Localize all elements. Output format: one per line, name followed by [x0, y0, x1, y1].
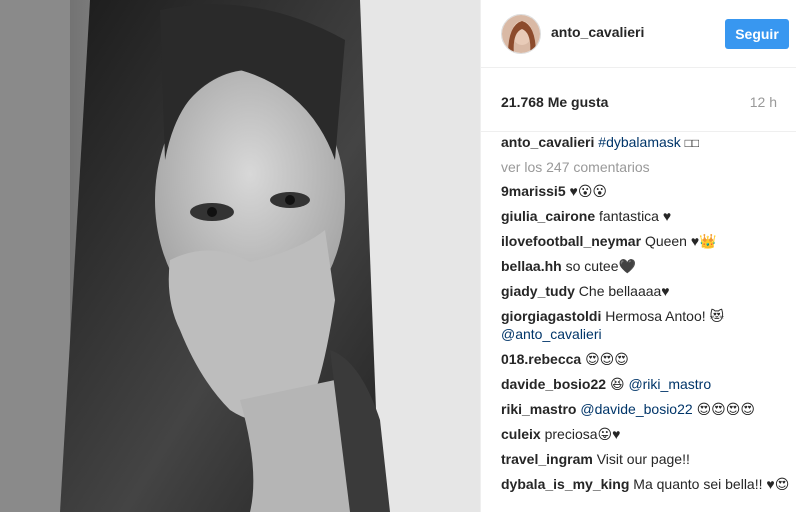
likes-count[interactable]: 21.768 Me gusta — [501, 94, 608, 110]
post-username[interactable]: anto_cavalieri — [551, 24, 644, 40]
portrait-image — [0, 0, 480, 512]
comment-user[interactable]: travel_ingram — [501, 451, 593, 467]
comment-user[interactable]: dybala_is_my_king — [501, 476, 629, 492]
comment-item: giorgiagastoldi Hermosa Antoo! 😻 @anto_c… — [501, 307, 791, 343]
comment-text: so cutee🖤 — [565, 258, 636, 274]
comment-user[interactable]: giady_tudy — [501, 283, 575, 299]
likes-row: 21.768 Me gusta 12 h — [481, 68, 796, 132]
comment-item: culeix preciosa😛♥ — [501, 425, 791, 443]
comment-text: 😆 — [609, 376, 625, 392]
comment-text: 😍😍😍 — [585, 351, 629, 367]
caption-hashtag[interactable]: #dybalamask — [598, 134, 681, 150]
comment-item: 9marissi5 ♥😮😮 — [501, 182, 791, 200]
post-time[interactable]: 12 h — [750, 94, 777, 110]
comment-user[interactable]: giorgiagastoldi — [501, 308, 601, 324]
comment-item: bellaa.hh so cutee🖤 — [501, 257, 791, 275]
comment-user[interactable]: riki_mastro — [501, 401, 576, 417]
comment-user[interactable]: giulia_cairone — [501, 208, 595, 224]
comment-item: ilovefootball_neymar Queen ♥👑 — [501, 232, 791, 250]
comment-text: ♥😮😮 — [569, 183, 608, 199]
comment-item: giulia_cairone fantastica ♥ — [501, 207, 791, 225]
comment-user[interactable]: bellaa.hh — [501, 258, 562, 274]
comment-mention[interactable]: @davide_bosio22 — [580, 401, 692, 417]
post-side-panel: anto_cavalieri Seguir 21.768 Me gusta 12… — [480, 0, 796, 512]
caption-emoji: □□ — [684, 136, 700, 150]
comment-item: riki_mastro @davide_bosio22 😍😍😍😍 — [501, 400, 791, 418]
comment-text: Visit our page!! — [596, 451, 690, 467]
comment-text: preciosa😛♥ — [544, 426, 621, 442]
follow-button[interactable]: Seguir — [725, 19, 789, 49]
comment-item: travel_ingram Visit our page!! — [501, 450, 791, 468]
comment-user[interactable]: davide_bosio22 — [501, 376, 606, 392]
comment-item: dybala_is_my_king Ma quanto sei bella!! … — [501, 475, 791, 493]
comment-mention[interactable]: @anto_cavalieri — [501, 326, 602, 342]
caption: anto_cavalieri #dybalamask □□ — [501, 133, 791, 152]
comments-list: anto_cavalieri #dybalamask □□ ver los 24… — [501, 133, 791, 500]
comment-user[interactable]: 018.rebecca — [501, 351, 581, 367]
comment-text: fantastica ♥ — [599, 208, 672, 224]
comment-mention[interactable]: @riki_mastro — [628, 376, 711, 392]
view-more-comments-link[interactable]: ver los 247 comentarios — [501, 159, 791, 175]
comment-user[interactable]: 9marissi5 — [501, 183, 566, 199]
comment-user[interactable]: ilovefootball_neymar — [501, 233, 641, 249]
comment-text: Ma quanto sei bella!! ♥😍 — [633, 476, 790, 492]
comment-text: Che bellaaaa♥ — [578, 283, 670, 299]
avatar[interactable] — [501, 14, 541, 54]
comment-item: 018.rebecca 😍😍😍 — [501, 350, 791, 368]
comment-user[interactable]: culeix — [501, 426, 541, 442]
comment-item: giady_tudy Che bellaaaa♥ — [501, 282, 791, 300]
caption-user[interactable]: anto_cavalieri — [501, 134, 594, 150]
comment-item: davide_bosio22 😆 @riki_mastro — [501, 375, 791, 393]
comment-text: Queen ♥👑 — [644, 233, 717, 249]
post-header: anto_cavalieri Seguir — [481, 0, 796, 68]
comment-text: 😍😍😍😍 — [696, 401, 755, 417]
post-photo[interactable] — [0, 0, 480, 512]
comment-text: Hermosa Antoo! 😻 — [605, 308, 725, 324]
